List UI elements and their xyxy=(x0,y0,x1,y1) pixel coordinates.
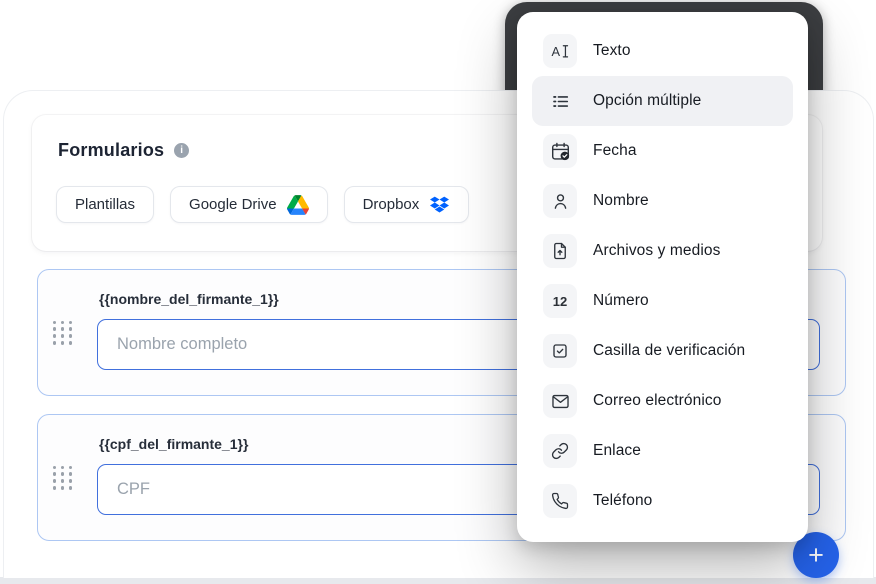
page-title-text: Formularios xyxy=(58,140,164,161)
menu-item-label: Teléfono xyxy=(593,492,652,510)
phone-icon xyxy=(543,484,577,518)
file-upload-icon xyxy=(543,234,577,268)
checkbox-icon xyxy=(543,334,577,368)
info-icon[interactable]: i xyxy=(174,143,189,158)
menu-item-texto[interactable]: A Texto xyxy=(532,26,793,76)
svg-text:A: A xyxy=(551,44,560,59)
menu-item-numero[interactable]: 12 Número xyxy=(532,276,793,326)
menu-item-label: Texto xyxy=(593,42,631,60)
field-type-dropdown: A Texto Opción múltiple xyxy=(517,12,808,542)
menu-item-label: Fecha xyxy=(593,142,637,160)
menu-item-enlace[interactable]: Enlace xyxy=(532,426,793,476)
field-variable-label: {{cpf_del_firmante_1}} xyxy=(99,436,248,452)
menu-item-label: Archivos y medios xyxy=(593,242,720,260)
menu-item-archivos[interactable]: Archivos y medios xyxy=(532,226,793,276)
plantillas-button-label: Plantillas xyxy=(75,196,135,213)
dropbox-button-label: Dropbox xyxy=(363,196,420,213)
menu-item-correo[interactable]: Correo electrónico xyxy=(532,376,793,426)
menu-item-label: Casilla de verificación xyxy=(593,342,745,360)
menu-item-label: Enlace xyxy=(593,442,641,460)
dropbox-button[interactable]: Dropbox xyxy=(344,186,470,223)
google-drive-icon xyxy=(287,195,309,215)
menu-item-casilla[interactable]: Casilla de verificación xyxy=(532,326,793,376)
plus-icon: + xyxy=(808,542,824,569)
text-cursor-icon: A xyxy=(543,34,577,68)
drag-handle-icon[interactable] xyxy=(53,465,72,489)
menu-item-telefono[interactable]: Teléfono xyxy=(532,476,793,526)
drag-handle-icon[interactable] xyxy=(53,320,72,344)
menu-item-label: Nombre xyxy=(593,192,649,210)
menu-item-opcion-multiple[interactable]: Opción múltiple xyxy=(532,76,793,126)
google-drive-button[interactable]: Google Drive xyxy=(170,186,328,223)
google-drive-button-label: Google Drive xyxy=(189,196,277,213)
list-icon xyxy=(543,84,577,118)
page-title: Formularios i xyxy=(58,140,189,161)
menu-item-label: Correo electrónico xyxy=(593,392,721,410)
menu-item-label: Opción múltiple xyxy=(593,92,701,110)
dropbox-icon xyxy=(429,195,450,214)
menu-item-fecha[interactable]: Fecha xyxy=(532,126,793,176)
background-strip xyxy=(0,577,876,584)
calendar-check-icon xyxy=(543,134,577,168)
menu-item-nombre[interactable]: Nombre xyxy=(532,176,793,226)
plantillas-button[interactable]: Plantillas xyxy=(56,186,154,223)
link-icon xyxy=(543,434,577,468)
mail-icon xyxy=(543,384,577,418)
field-variable-label: {{nombre_del_firmante_1}} xyxy=(99,291,279,307)
screenshot-stage: Formularios i Plantillas Google Drive xyxy=(0,0,876,584)
number-icon: 12 xyxy=(543,284,577,318)
user-icon xyxy=(543,184,577,218)
menu-item-label: Número xyxy=(593,292,649,310)
source-buttons-row: Plantillas Google Drive xyxy=(56,186,469,223)
